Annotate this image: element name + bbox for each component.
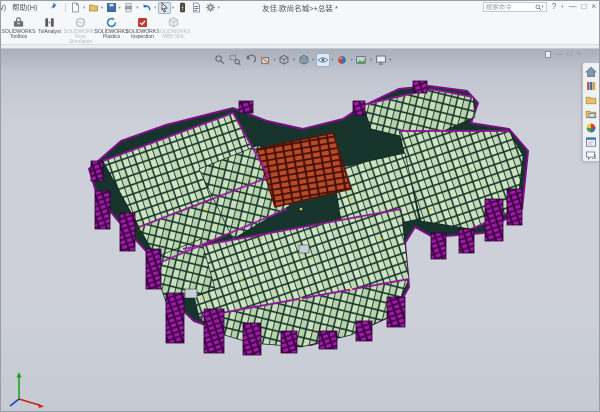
select-button[interactable] xyxy=(158,2,171,14)
pin-icon[interactable] xyxy=(50,2,59,13)
file-properties-button[interactable] xyxy=(190,2,203,14)
doc-close-button[interactable]: × xyxy=(577,51,581,58)
properties-window-icon xyxy=(585,136,597,148)
forum-bubble-icon xyxy=(585,150,597,162)
assembly-model xyxy=(1,49,584,411)
hide-show-items-caret[interactable]: ▾ xyxy=(331,57,333,63)
display-style-button[interactable] xyxy=(297,53,311,67)
ribbon-button-flow-simulation: SOLIDWORKS Flow Simulation xyxy=(65,15,96,44)
options-dropdown-caret[interactable]: ▾ xyxy=(218,5,220,11)
toolbox-icon xyxy=(12,16,25,29)
view-palette-button[interactable] xyxy=(585,108,598,120)
search-icon[interactable] xyxy=(535,4,542,11)
undo-dropdown-caret[interactable]: ▾ xyxy=(154,5,156,11)
search-dropdown-caret[interactable]: ▾ xyxy=(542,4,544,10)
tolanalyst-icon xyxy=(43,16,56,29)
task-pane xyxy=(582,62,599,162)
folder-icon xyxy=(585,94,597,106)
minimize-button[interactable]: — xyxy=(568,2,576,12)
custom-properties-button[interactable] xyxy=(585,136,598,148)
menu-bar: 窗口(W) 帮助(H) xyxy=(1,2,47,13)
palette-folder-icon xyxy=(585,108,597,120)
plastics-icon xyxy=(105,16,118,29)
title-bar: 窗口(W) 帮助(H) ▾ ▾ ▾ ▾ ▾ ▾ ▾ 友佳.欧尚名城>+总装 * xyxy=(1,1,599,14)
new-dropdown-caret[interactable]: ▾ xyxy=(83,5,85,11)
new-button[interactable] xyxy=(69,2,82,14)
solidworks-forum-button[interactable] xyxy=(585,150,598,162)
section-view-caret[interactable]: ▾ xyxy=(274,57,276,63)
home-icon xyxy=(585,66,597,78)
search-input[interactable] xyxy=(486,4,535,11)
apply-scene-icon xyxy=(355,54,367,66)
zoom-to-area-button[interactable] xyxy=(228,53,242,67)
zoom-to-area-icon xyxy=(229,54,241,66)
edit-appearance-icon xyxy=(336,54,348,66)
solidworks-resources-button[interactable] xyxy=(585,66,598,78)
file-explorer-button[interactable] xyxy=(585,94,598,106)
heads-up-view-toolbar: ▾ ▾ ▾ ▾ ▾ ▾ ▾ xyxy=(213,53,392,67)
save-button[interactable] xyxy=(105,2,118,14)
help-button[interactable]: ? xyxy=(552,2,556,12)
previous-view-icon xyxy=(244,54,256,66)
view-settings-caret[interactable]: ▾ xyxy=(389,57,391,63)
zoom-to-fit-button[interactable] xyxy=(213,53,227,67)
menu-window[interactable]: 窗口(W) xyxy=(1,2,6,13)
graphics-viewport[interactable]: ▾ ▾ ▾ ▾ ▾ ▾ ▾ — □ × xyxy=(1,49,599,411)
appearances-ball-icon xyxy=(585,122,597,134)
command-search[interactable]: ▾ xyxy=(483,2,547,12)
flow-simulation-icon xyxy=(74,16,87,29)
quick-access-toolbar: ▾ ▾ ▾ ▾ ▾ ▾ ▾ xyxy=(69,2,220,14)
document-title: 友佳.欧尚名城>+总装 * xyxy=(262,3,338,14)
select-dropdown-caret[interactable]: ▾ xyxy=(172,5,174,11)
appearances-button[interactable] xyxy=(585,122,598,134)
ribbon-button-inspection[interactable]: SOLIDWORKS Inspection xyxy=(127,15,158,44)
section-view-button[interactable] xyxy=(258,53,272,67)
open-dropdown-caret[interactable]: ▾ xyxy=(101,5,103,11)
view-orientation-icon xyxy=(278,54,290,66)
print-button[interactable] xyxy=(122,2,135,14)
apply-scene-caret[interactable]: ▾ xyxy=(370,57,372,63)
books-icon xyxy=(585,80,597,92)
display-style-icon xyxy=(298,54,310,66)
edit-appearance-button[interactable] xyxy=(335,53,349,67)
undo-button[interactable] xyxy=(140,2,153,14)
ribbon-button-toolbox[interactable]: SOLIDWORKS Toolbox xyxy=(3,15,34,44)
ribbon-button-mbd: SOLIDWORKS MBD SNL xyxy=(158,15,189,44)
apply-scene-button[interactable] xyxy=(354,53,368,67)
solidworks-window: 窗口(W) 帮助(H) ▾ ▾ ▾ ▾ ▾ ▾ ▾ 友佳.欧尚名城>+总装 * xyxy=(0,0,600,412)
open-button[interactable] xyxy=(87,2,100,14)
display-style-caret[interactable]: ▾ xyxy=(312,57,314,63)
view-orientation-button[interactable] xyxy=(277,53,291,67)
doc-minimize-button[interactable]: — xyxy=(556,51,563,58)
print-dropdown-caret[interactable]: ▾ xyxy=(136,5,138,11)
hide-show-items-icon xyxy=(317,54,329,66)
ribbon-button-plastics[interactable]: SOLIDWORKS Plastics xyxy=(96,15,127,44)
document-icon xyxy=(545,51,551,58)
mbd-icon xyxy=(167,16,180,29)
view-settings-icon xyxy=(375,54,387,66)
design-library-button[interactable] xyxy=(585,80,598,92)
previous-view-button[interactable] xyxy=(243,53,257,67)
save-dropdown-caret[interactable]: ▾ xyxy=(119,5,121,11)
orientation-triad xyxy=(10,372,44,408)
view-settings-button[interactable] xyxy=(374,53,388,67)
options-button[interactable] xyxy=(204,2,217,14)
toolbar-separator xyxy=(65,3,66,12)
doc-restore-button[interactable]: □ xyxy=(568,51,572,58)
window-controls: ▾ ? ▾ — □ × xyxy=(483,2,596,12)
zoom-to-fit-icon xyxy=(214,54,226,66)
menu-help[interactable]: 帮助(H) xyxy=(12,2,37,13)
edit-appearance-caret[interactable]: ▾ xyxy=(351,57,353,63)
command-manager: SOLIDWORKS Toolbox TolAnalyst SOLIDWORKS… xyxy=(1,14,599,45)
view-orientation-caret[interactable]: ▾ xyxy=(293,57,295,63)
close-button[interactable]: × xyxy=(591,2,596,12)
restore-button[interactable]: □ xyxy=(581,2,586,12)
section-view-icon xyxy=(259,54,271,66)
help-dropdown-caret[interactable]: ▾ xyxy=(561,4,563,10)
rebuild-button[interactable] xyxy=(176,2,189,14)
ribbon-button-tolanalyst[interactable]: TolAnalyst xyxy=(34,15,65,44)
inspection-icon xyxy=(136,16,149,29)
hide-show-items-button[interactable] xyxy=(316,53,330,67)
document-window-controls: — □ × xyxy=(545,51,581,58)
